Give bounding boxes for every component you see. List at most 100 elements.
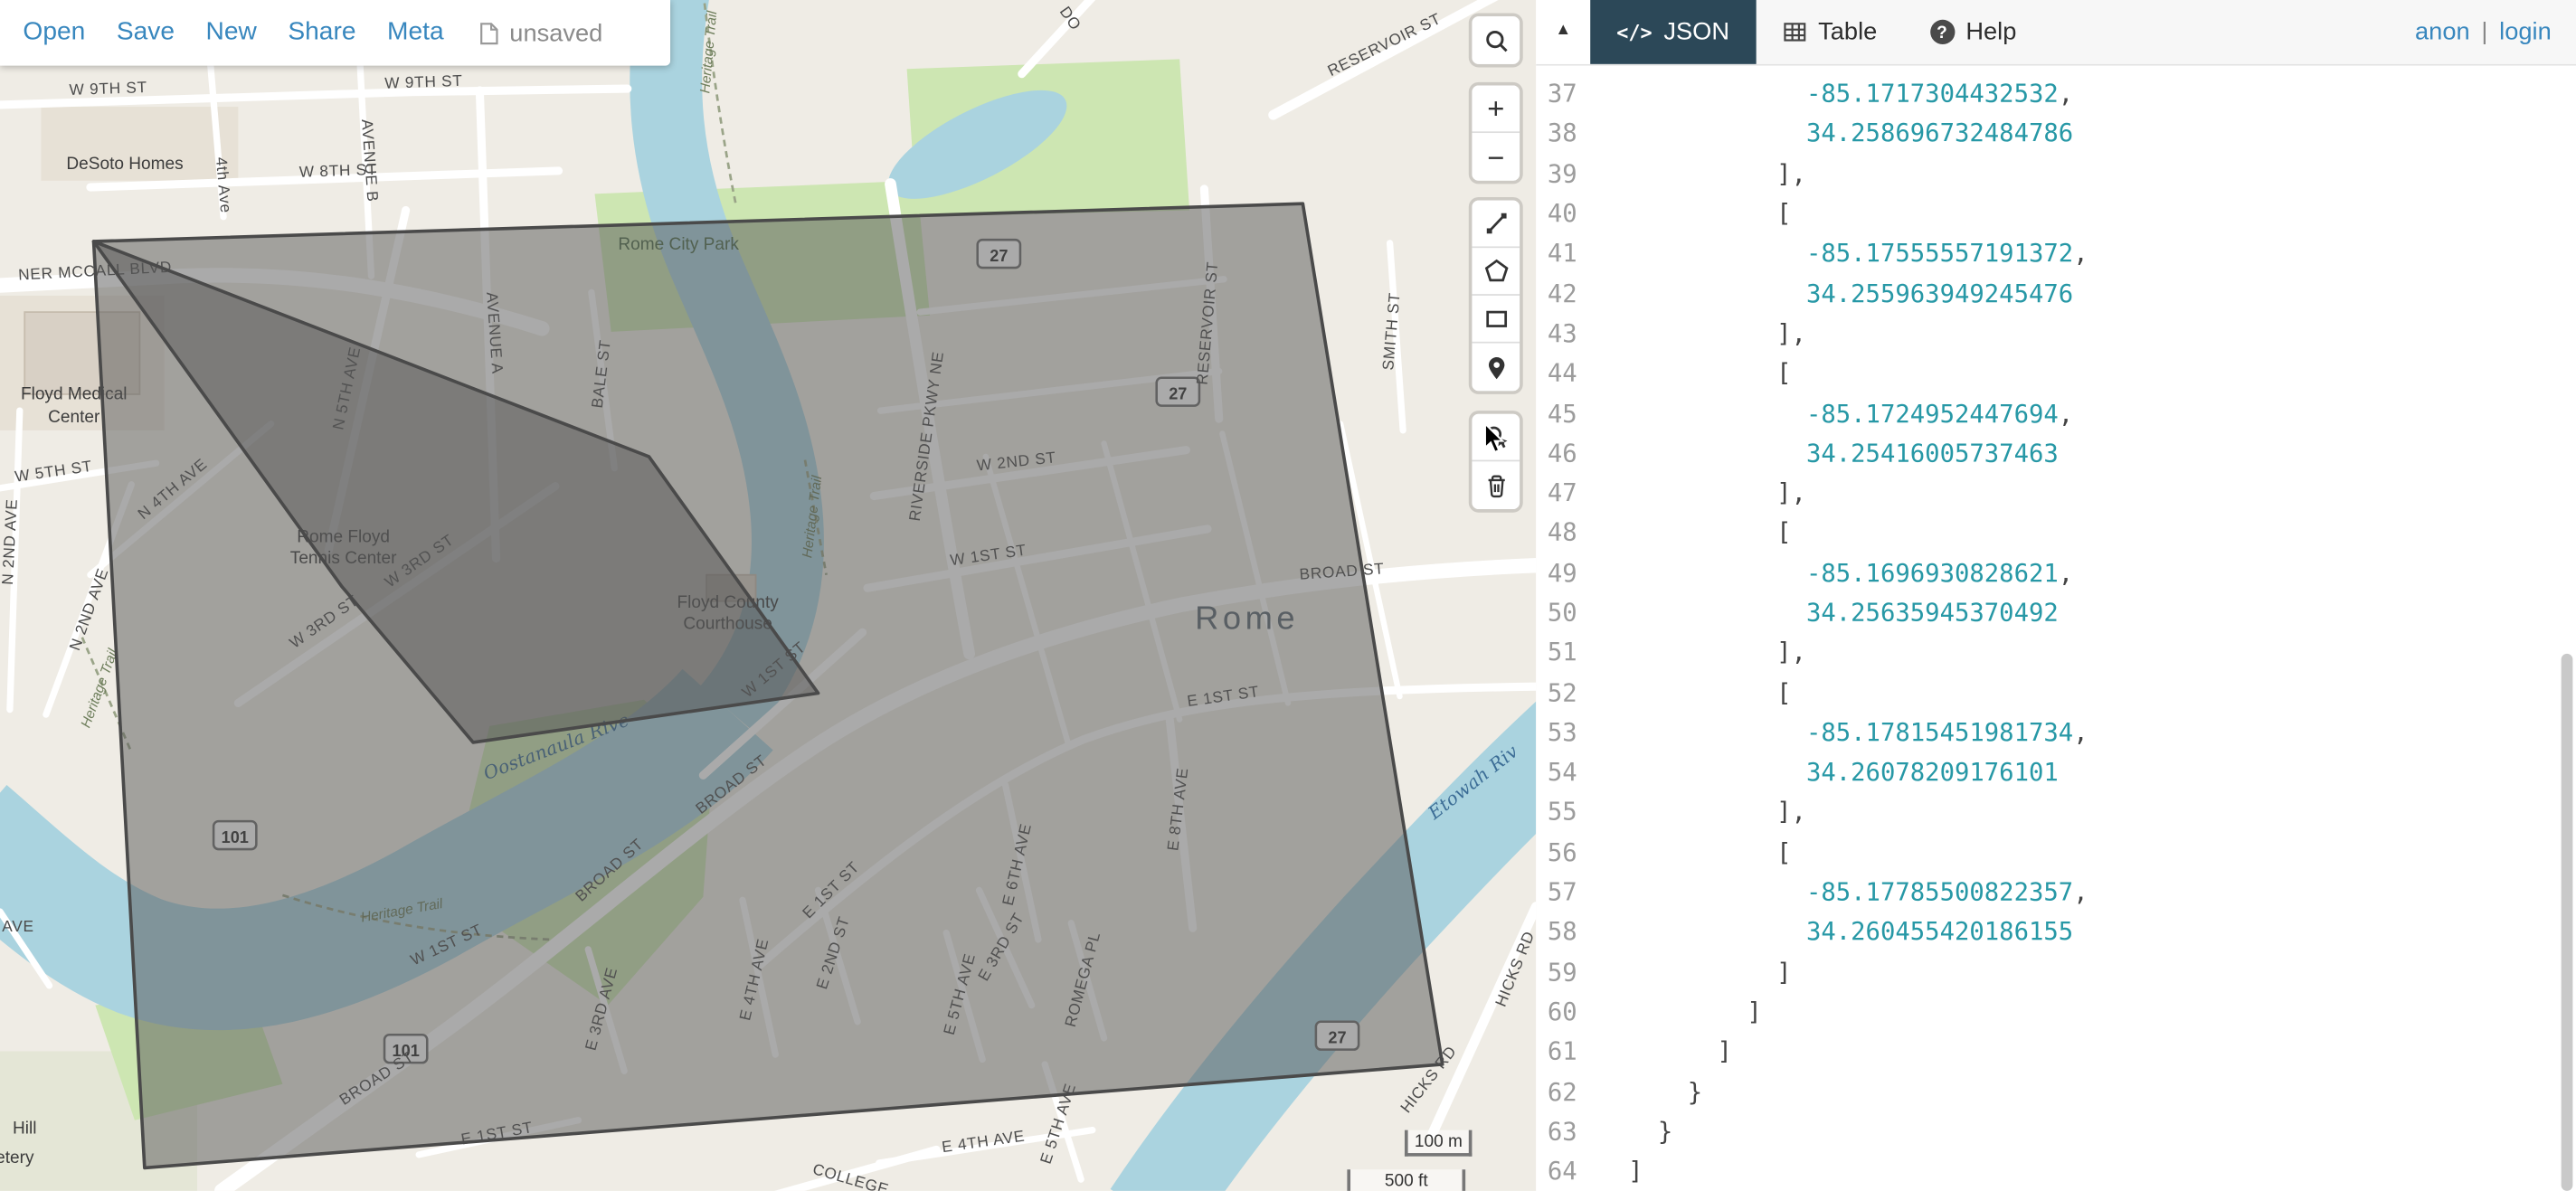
zoom-out-button[interactable]: − bbox=[1472, 133, 1520, 181]
search-control bbox=[1472, 16, 1520, 64]
line-number: 60 bbox=[1536, 997, 1598, 1026]
tab-json[interactable]: </> JSON bbox=[1590, 0, 1756, 64]
line-content: 34.255963949245476 bbox=[1598, 279, 2073, 308]
editor-line[interactable]: 52 [ bbox=[1536, 673, 2576, 713]
map-label: W 9TH ST bbox=[384, 71, 463, 92]
user-link[interactable]: anon bbox=[2415, 18, 2470, 46]
editor-line[interactable]: 50 34.25635945370492 bbox=[1536, 592, 2576, 632]
editor-line[interactable]: 45 -85.1724952447694, bbox=[1536, 393, 2576, 433]
zoom-in-button[interactable]: + bbox=[1472, 85, 1520, 133]
editor-line[interactable]: 64 ] bbox=[1536, 1151, 2576, 1191]
line-content: 34.260455420186155 bbox=[1598, 917, 2073, 947]
scrollbar-thumb[interactable] bbox=[2562, 654, 2573, 1191]
map-label: Center bbox=[48, 408, 100, 427]
line-content: [ bbox=[1598, 199, 1791, 229]
map-label: W 9TH ST bbox=[69, 78, 147, 99]
edit-toolbar bbox=[1472, 414, 1520, 509]
menu-open[interactable]: Open bbox=[23, 18, 85, 48]
login-link[interactable]: login bbox=[2499, 18, 2552, 46]
json-editor[interactable]: 37 -85.1717304432532,38 34.2586967324847… bbox=[1536, 66, 2576, 1191]
document-icon bbox=[478, 21, 500, 45]
rectangle-tool-icon bbox=[1482, 306, 1509, 332]
line-number: 58 bbox=[1536, 917, 1598, 947]
tab-help[interactable]: ? Help bbox=[1903, 0, 2042, 64]
line-content: ] bbox=[1598, 997, 1761, 1026]
line-number: 42 bbox=[1536, 279, 1598, 308]
zoom-control: + − bbox=[1472, 85, 1520, 180]
line-number: 64 bbox=[1536, 1157, 1598, 1186]
tab-table-label: Table bbox=[1818, 18, 1877, 46]
draw-marker-button[interactable] bbox=[1472, 344, 1520, 392]
map-label: DeSoto Homes bbox=[66, 155, 183, 174]
draw-rectangle-button[interactable] bbox=[1472, 296, 1520, 344]
menu-meta[interactable]: Meta bbox=[387, 18, 444, 48]
save-status-label: unsaved bbox=[509, 19, 602, 47]
line-number: 40 bbox=[1536, 199, 1598, 229]
line-content: ], bbox=[1598, 798, 1806, 827]
editor-line[interactable]: 55 ], bbox=[1536, 792, 2576, 832]
editor-line[interactable]: 58 34.260455420186155 bbox=[1536, 912, 2576, 951]
save-status: unsaved bbox=[478, 19, 603, 47]
edit-geometries-button[interactable] bbox=[1472, 414, 1520, 462]
line-content: ], bbox=[1598, 159, 1806, 189]
line-number: 39 bbox=[1536, 159, 1598, 189]
editor-line[interactable]: 42 34.255963949245476 bbox=[1536, 273, 2576, 313]
line-content: ], bbox=[1598, 638, 1806, 667]
draw-line-button[interactable] bbox=[1472, 201, 1520, 249]
line-content: -85.1717304432532, bbox=[1598, 79, 2073, 109]
line-content: ] bbox=[1598, 957, 1791, 987]
line-content: -85.1696930828621, bbox=[1598, 558, 2073, 588]
map-pane[interactable]: 272727101101 W 9TH STW 9TH STW 8TH STDeS… bbox=[0, 0, 1536, 1191]
line-content: ], bbox=[1598, 478, 1806, 508]
editor-line[interactable]: 41 -85.17555557191372, bbox=[1536, 233, 2576, 273]
menu-new[interactable]: New bbox=[206, 18, 257, 48]
map-canvas[interactable]: 272727101101 W 9TH STW 9TH STW 8TH STDeS… bbox=[0, 0, 1536, 1191]
line-number: 45 bbox=[1536, 398, 1598, 428]
line-content: -85.1724952447694, bbox=[1598, 398, 2073, 428]
tab-table[interactable]: Table bbox=[1756, 0, 1903, 64]
line-number: 62 bbox=[1536, 1077, 1598, 1107]
editor-line[interactable]: 49 -85.1696930828621, bbox=[1536, 553, 2576, 592]
line-content: -85.17785500822357, bbox=[1598, 877, 2088, 907]
edit-geometries-icon bbox=[1482, 424, 1509, 450]
editor-line[interactable]: 48 [ bbox=[1536, 513, 2576, 553]
editor-line[interactable]: 46 34.25416005737463 bbox=[1536, 433, 2576, 473]
editor-line[interactable]: 53 -85.17815451981734, bbox=[1536, 713, 2576, 752]
scale-bar-metric: 100 m bbox=[1405, 1130, 1473, 1157]
delete-features-button[interactable] bbox=[1472, 461, 1520, 509]
editor-line[interactable]: 61 ] bbox=[1536, 1032, 2576, 1072]
collapse-panel-button[interactable]: ▲ bbox=[1536, 0, 1590, 64]
line-number: 52 bbox=[1536, 677, 1598, 707]
line-number: 44 bbox=[1536, 358, 1598, 388]
tab-json-label: JSON bbox=[1663, 18, 1729, 46]
line-content: 34.258696732484786 bbox=[1598, 119, 2073, 149]
editor-line[interactable]: 37 -85.1717304432532, bbox=[1536, 74, 2576, 114]
menu-share[interactable]: Share bbox=[288, 18, 355, 48]
editor-line[interactable]: 60 ] bbox=[1536, 992, 2576, 1032]
line-content: 34.25416005737463 bbox=[1598, 439, 2059, 468]
editor-line[interactable]: 51 ], bbox=[1536, 633, 2576, 673]
editor-line[interactable]: 57 -85.17785500822357, bbox=[1536, 872, 2576, 912]
editor-lines: 37 -85.1717304432532,38 34.2586967324847… bbox=[1536, 74, 2576, 1191]
line-content: ] bbox=[1598, 1157, 1643, 1186]
editor-line[interactable]: 59 ] bbox=[1536, 952, 2576, 992]
search-button[interactable] bbox=[1472, 16, 1520, 64]
editor-line[interactable]: 44 [ bbox=[1536, 354, 2576, 393]
line-number: 56 bbox=[1536, 837, 1598, 867]
line-tool-icon bbox=[1482, 210, 1509, 236]
editor-line[interactable]: 39 ], bbox=[1536, 154, 2576, 194]
editor-line[interactable]: 38 34.258696732484786 bbox=[1536, 114, 2576, 154]
geojson-editor-app: 272727101101 W 9TH STW 9TH STW 8TH STDeS… bbox=[0, 0, 2576, 1191]
editor-line[interactable]: 40 [ bbox=[1536, 194, 2576, 233]
editor-line[interactable]: 56 [ bbox=[1536, 832, 2576, 872]
draw-polygon-button[interactable] bbox=[1472, 248, 1520, 296]
editor-line[interactable]: 62 } bbox=[1536, 1072, 2576, 1111]
editor-line[interactable]: 47 ], bbox=[1536, 473, 2576, 513]
line-content: 34.26078209176101 bbox=[1598, 758, 2059, 788]
panel-tabs: </> JSON Table ? Help anon bbox=[1590, 0, 2576, 64]
editor-line[interactable]: 43 ], bbox=[1536, 314, 2576, 354]
menu-save[interactable]: Save bbox=[117, 18, 175, 48]
editor-line[interactable]: 54 34.26078209176101 bbox=[1536, 752, 2576, 792]
drawn-features bbox=[94, 203, 1443, 1167]
editor-line[interactable]: 63 } bbox=[1536, 1111, 2576, 1151]
